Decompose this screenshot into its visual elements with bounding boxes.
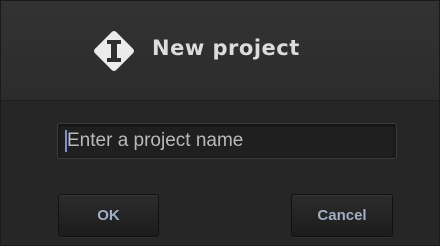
cancel-button[interactable]: Cancel [291, 194, 393, 237]
ok-button[interactable]: OK [58, 194, 159, 237]
project-name-input[interactable] [57, 123, 397, 159]
dialog-title: New project [152, 36, 300, 60]
text-caret [65, 130, 67, 152]
dialog-header: New project [1, 1, 439, 101]
diamond-logo-icon [94, 31, 134, 71]
